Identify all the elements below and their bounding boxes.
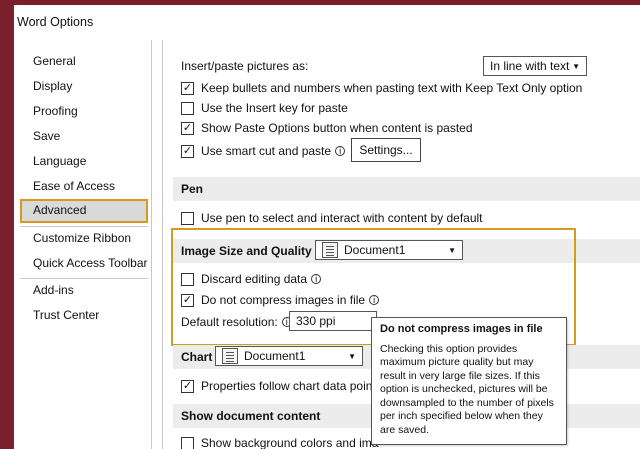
sidebar-item-add-ins[interactable]: Add-ins bbox=[20, 279, 148, 303]
option-smart-cut-paste[interactable]: ✓ Use smart cut and paste i bbox=[181, 141, 346, 161]
chart-document-select[interactable]: Document1 ▼ bbox=[215, 346, 363, 366]
checkbox-keep-bullets[interactable]: ✓ bbox=[181, 81, 194, 95]
chart-document: Document1 bbox=[244, 349, 306, 363]
section-header-pen: Pen bbox=[173, 177, 640, 201]
sidebar-item-advanced[interactable]: Advanced bbox=[20, 199, 148, 223]
option-show-paste-options[interactable]: ✓ Show Paste Options button when content… bbox=[181, 118, 473, 138]
window-title: Word Options bbox=[14, 5, 640, 38]
chevron-down-icon: ▼ bbox=[348, 352, 356, 361]
advanced-options-panel: Insert/paste pictures as: In line with t… bbox=[162, 40, 640, 449]
insert-paste-value: In line with text bbox=[490, 59, 570, 73]
checkbox-smart-cut-paste[interactable]: ✓ bbox=[181, 144, 194, 158]
checkbox-properties-follow-chart[interactable]: ✓ bbox=[181, 379, 194, 393]
tooltip-do-not-compress: Do not compress images in file Checking … bbox=[371, 317, 567, 445]
option-show-background-colors[interactable]: Show background colors and ima bbox=[181, 433, 378, 449]
option-use-pen[interactable]: Use pen to select and interact with cont… bbox=[181, 208, 483, 228]
option-label: Use pen to select and interact with cont… bbox=[201, 211, 483, 225]
checkbox-show-background-colors[interactable] bbox=[181, 436, 194, 449]
sidebar-item-quick-access-toolbar[interactable]: Quick Access Toolbar bbox=[20, 252, 148, 276]
checkbox-insert-key-paste[interactable] bbox=[181, 101, 194, 115]
insert-paste-label: Insert/paste pictures as: bbox=[181, 59, 309, 73]
checkbox-show-paste-options[interactable]: ✓ bbox=[181, 121, 194, 135]
sidebar-item-language[interactable]: Language bbox=[20, 150, 148, 174]
sidebar-item-trust-center[interactable]: Trust Center bbox=[20, 304, 148, 328]
sidebar-item-general[interactable]: General bbox=[20, 50, 148, 74]
option-insert-key-paste[interactable]: Use the Insert key for paste bbox=[181, 98, 348, 118]
sidebar-item-save[interactable]: Save bbox=[20, 125, 148, 149]
chart-header-label: Chart bbox=[181, 350, 213, 364]
option-label: Show Paste Options button when content i… bbox=[201, 121, 473, 135]
word-options-window: Word Options General Display Proofing Sa… bbox=[14, 5, 640, 449]
chevron-down-icon: ▼ bbox=[572, 62, 580, 71]
info-icon: i bbox=[335, 146, 346, 156]
checkbox-use-pen[interactable] bbox=[181, 211, 194, 225]
option-label: Use the Insert key for paste bbox=[201, 101, 348, 115]
tooltip-title: Do not compress images in file bbox=[380, 323, 543, 335]
settings-button[interactable]: Settings... bbox=[351, 138, 421, 162]
sidebar-item-display[interactable]: Display bbox=[20, 75, 148, 99]
option-keep-bullets[interactable]: ✓ Keep bullets and numbers when pasting … bbox=[181, 78, 582, 98]
sidebar-item-ease-of-access[interactable]: Ease of Access bbox=[20, 175, 148, 199]
insert-paste-select[interactable]: In line with text ▼ bbox=[483, 56, 587, 76]
option-label: Keep bullets and numbers when pasting te… bbox=[201, 81, 583, 95]
option-label: Properties follow chart data point bbox=[201, 379, 376, 393]
sidebar-item-proofing[interactable]: Proofing bbox=[20, 100, 148, 124]
document-icon bbox=[222, 348, 238, 364]
sidebar-item-customize-ribbon[interactable]: Customize Ribbon bbox=[20, 227, 148, 251]
option-label: Show background colors and ima bbox=[201, 436, 379, 449]
tooltip-body: Checking this option provides maximum pi… bbox=[380, 342, 554, 436]
sidebar: General Display Proofing Save Language E… bbox=[14, 40, 152, 449]
option-label: Use smart cut and paste bbox=[201, 144, 332, 158]
option-properties-follow-chart[interactable]: ✓ Properties follow chart data point bbox=[181, 376, 376, 396]
